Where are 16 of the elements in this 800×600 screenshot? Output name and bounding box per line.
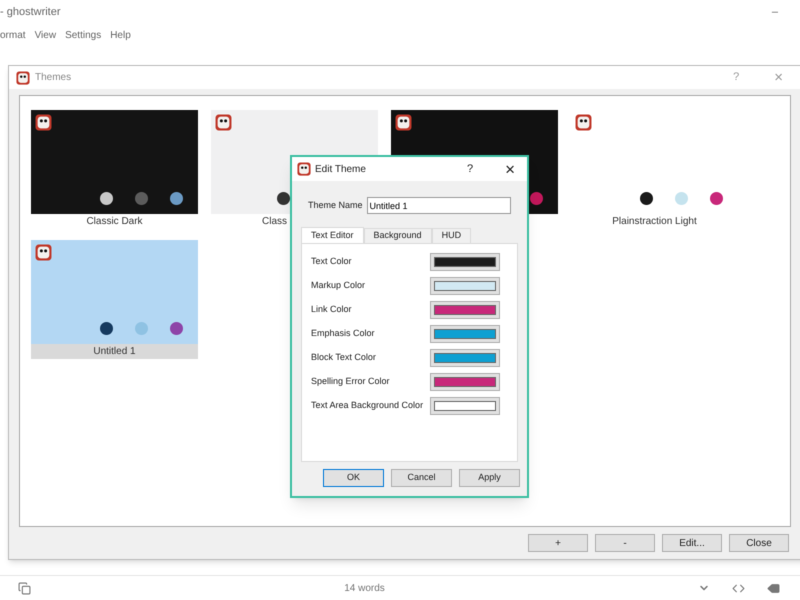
color-label: Text Area Background Color (311, 399, 424, 412)
color-label: Link Color (311, 303, 353, 316)
field-label: Theme Name (308, 198, 363, 212)
color-label: Text Color (311, 255, 353, 268)
dialog-title: Themes (35, 71, 72, 85)
dialog-title: Edit Theme (315, 162, 367, 176)
color-label: Emphasis Color (311, 327, 376, 340)
theme-name: Classic Dark (86, 215, 143, 229)
color-label: Block Text Color (311, 351, 377, 364)
theme-name: Class (262, 215, 288, 229)
color-label: Markup Color (311, 279, 366, 292)
theme-name: Untitled 1 (93, 345, 136, 359)
color-label: Spelling Error Color (311, 375, 391, 388)
word-count: 14 words (343, 582, 386, 596)
theme-name: Plainstraction Light (612, 215, 697, 229)
window-title: - ghostwriter (0, 4, 61, 20)
